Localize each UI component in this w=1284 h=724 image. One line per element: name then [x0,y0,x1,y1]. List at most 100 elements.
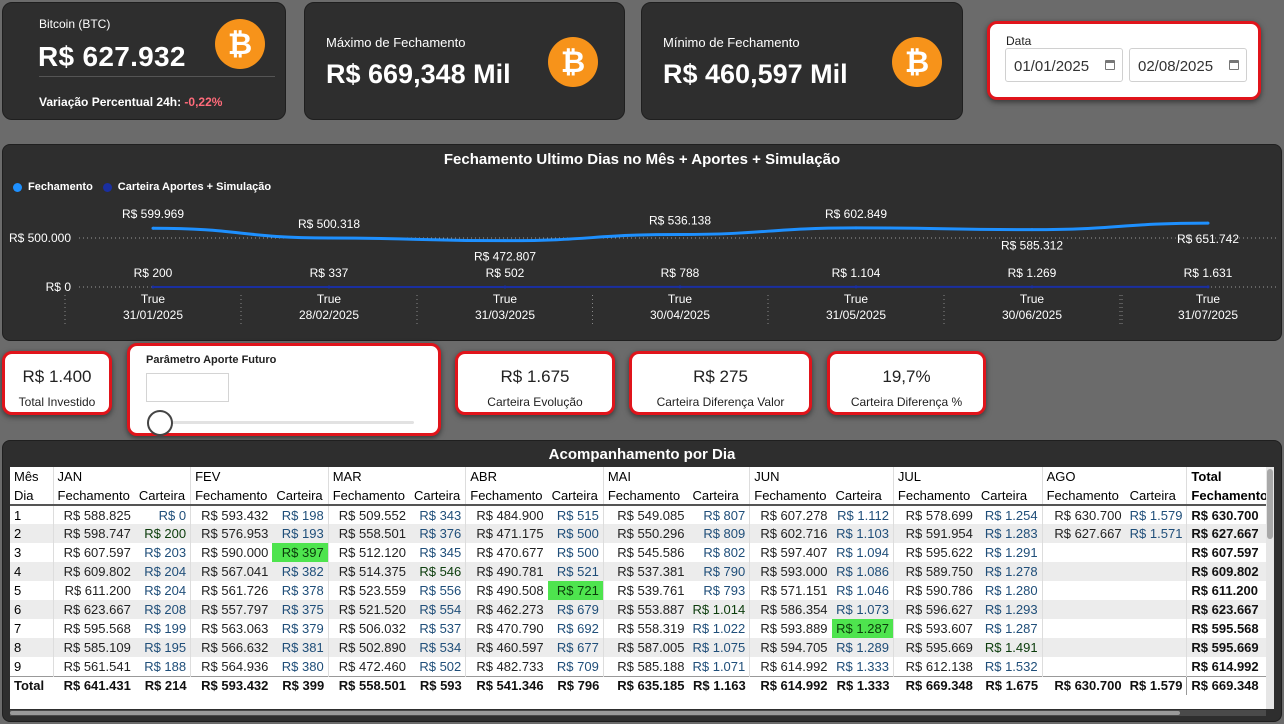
fechamento-cell: R$ 521.520 [328,600,410,619]
mes-header: Mês [10,467,54,486]
fechamento-cell: R$ 566.632 [190,638,273,657]
carteira-total-cell: R$ 399 [272,675,329,695]
fechamento-cell: R$ 462.273 [465,600,548,619]
carteira-cell: R$ 378 [272,581,329,600]
totals-row: Total R$ 641.431 R$ 214 R$ 593.432 R$ 399 R$ … [10,675,1272,695]
carteira-cell: R$ 1.280 [976,581,1043,600]
fechamento-cell: R$ 545.586 [617,545,685,560]
x-tick-top: True [1196,292,1221,306]
total-cell: R$ 595.669 [1186,638,1272,657]
carteira-point [151,285,155,289]
fechamento-cell [1042,638,1126,657]
horizontal-scroll-thumb[interactable] [10,711,1180,715]
fechamento-col-header: Fechamento [53,486,135,506]
fechamento-cell: R$ 537.381 [603,562,689,581]
x-tick-date: 30/06/2025 [1002,308,1062,322]
slider-handle[interactable] [147,410,173,436]
fechamento-cell [1042,581,1125,600]
variation-value: -0,22% [184,95,223,109]
carteira-cell: R$ 1.073 [831,600,894,619]
carteira-diferenca-pct-card: 19,7% Carteira Diferença % [827,351,986,415]
fechamento-cell: R$ 576.953 [190,524,273,543]
carteira-cell: R$ 380 [272,657,329,676]
fechamento-cell: R$ 612.138 [905,658,973,674]
fechamento-cell: R$ 587.005 [603,638,689,657]
fechamento-data-label: R$ 500.318 [298,217,360,231]
fechamento-cell: R$ 590.786 [905,583,973,598]
carteira-cell: R$ 809 [688,524,751,543]
total-cell: R$ 609.802 [1186,562,1272,581]
fechamento-cell: R$ 602.716 [749,524,832,543]
fechamento-cell: R$ 502.890 [328,638,410,657]
carteira-cell: R$ 1.075 [688,638,751,657]
carteira-cell: R$ 790 [688,562,751,581]
fechamento-cell: R$ 539.761 [617,583,685,598]
x-tick-top: True [1020,292,1045,306]
start-date-value: 01/01/2025 [1014,58,1090,75]
carteira-col-header: Carteira [409,486,467,506]
date-filter: Data 01/01/2025 02/08/2025 [987,21,1261,100]
horizontal-scrollbar[interactable] [10,710,1266,716]
carteira-cell: R$ 375 [272,600,329,619]
fechamento-point [678,232,682,236]
total-cell: R$ 611.200 [1186,581,1272,600]
carteira-cell: R$ 1.289 [831,638,894,657]
carteira-total-cell: R$ 1.675 [976,675,1043,695]
aporte-futuro-input[interactable] [146,373,229,402]
fechamento-data-label: R$ 602.849 [825,207,887,221]
carteira-cell [1125,657,1188,676]
carteira-cell: R$ 502 [409,657,467,676]
total-invested-label: Total Investido [18,395,96,409]
fechamento-cell: R$ 589.750 [893,562,977,581]
carteira-point [678,285,682,289]
dia-header: Dia [10,486,54,506]
dia-cell: 1 [10,505,54,524]
fechamento-cell: R$ 550.296 [603,524,689,543]
total-cell: R$ 630.700 [1186,505,1272,524]
month-header-jan: JAN [53,467,192,486]
fechamento-cell: R$ 512.120 [338,545,406,560]
vertical-scrollbar[interactable] [1266,467,1274,709]
end-date-value: 02/08/2025 [1138,58,1214,75]
fechamento-col-header: Fechamento [190,486,273,506]
fechamento-cell: R$ 596.627 [893,600,977,619]
fechamento-cell: R$ 482.733 [476,658,544,674]
carteira-cell: R$ 1.287 [976,619,1043,638]
carteira-cell [1125,638,1188,657]
dia-cell: 3 [10,543,54,562]
carteira-cell: R$ 1.291 [976,543,1043,562]
matrix-table: Mês JAN FEV MAR ABR MAI JUN JUL AGO Total Dia Fecha… [10,467,1272,709]
carteira-cell: R$ 1.278 [976,562,1043,581]
calendar-icon[interactable] [1105,60,1115,70]
start-date-input[interactable]: 01/01/2025 [1005,48,1123,82]
bitcoin-price: R$ 627.932 [38,41,186,72]
total-invested-value: R$ 1.400 [22,367,92,386]
month-header-fev: FEV [190,467,329,486]
carteira-cell: R$ 721 [547,581,604,600]
slider-track[interactable] [154,421,414,424]
vertical-scroll-thumb[interactable] [1267,469,1273,539]
fechamento-cell [1042,543,1125,562]
fechamento-cell: R$ 593.607 [905,621,973,636]
end-date-input[interactable]: 02/08/2025 [1129,48,1247,82]
chart-panel: Fechamento Ultimo Dias no Mês + Aportes … [2,144,1282,341]
carteira-data-label: R$ 337 [310,266,349,280]
fechamento-cell: R$ 470.790 [476,621,544,636]
carteira-cell: R$ 1.046 [831,581,894,600]
total-cell: R$ 614.992 [1186,657,1272,676]
fechamento-cell: R$ 558.501 [328,524,410,543]
total-cell: R$ 595.568 [1186,619,1272,638]
carteira-col-header: Carteira [831,486,894,506]
calendar-icon[interactable] [1229,60,1239,70]
carteira-cell: R$ 1.071 [688,657,751,676]
max-close-card: Máximo de Fechamento R$ 669,348 Mil ₿ [304,2,625,120]
x-tick-date: 28/02/2025 [299,308,359,322]
fechamento-total-cell: R$ 630.700 [1042,675,1126,695]
month-header-ago: AGO [1042,467,1188,486]
fechamento-cell: R$ 484.900 [476,507,544,523]
max-close-title: Máximo de Fechamento [326,35,466,50]
fechamento-cell: R$ 514.375 [328,562,410,581]
carteira-col-header: Carteira [1125,486,1188,506]
total-fechamento-header: Fechamento [1186,486,1272,506]
x-tick-date: 31/03/2025 [475,308,535,322]
